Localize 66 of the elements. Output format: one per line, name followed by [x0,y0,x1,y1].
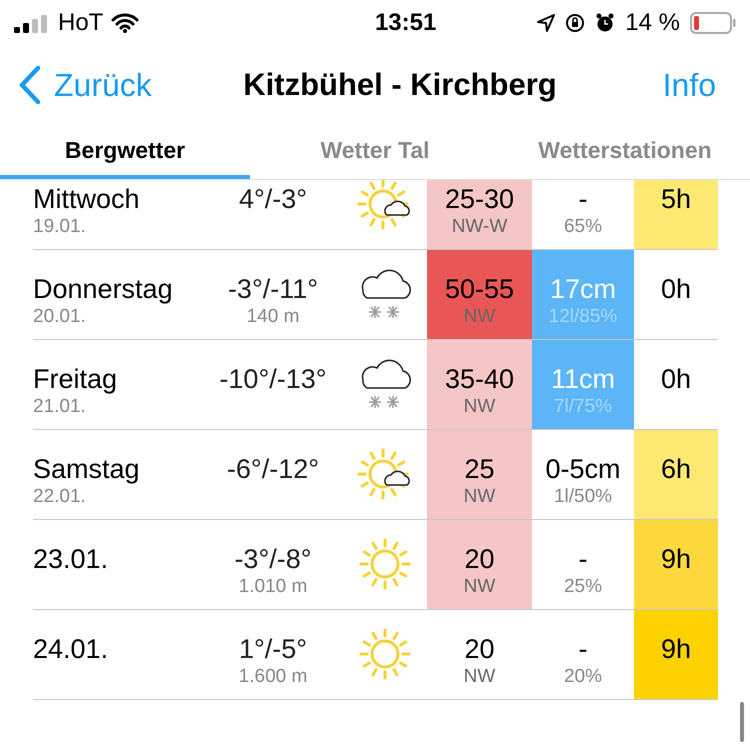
alarm-clock-icon [595,12,616,32]
day-label: Donnerstag [33,273,174,306]
carrier-label: HoT [58,8,104,38]
tab[interactable]: Wetter Tal [250,125,500,179]
day-label: Freitag [33,363,118,396]
date-label: 24.01. [33,633,110,666]
wind-direction: NW [464,576,496,598]
snowline-label: 1.010 m [238,576,308,598]
wind-direction: NW [464,396,496,418]
wind-speed: 25-30 [444,183,514,216]
battery-icon [690,12,736,34]
precipitation-amount: 11cm [550,363,616,396]
wind-speed: 50-55 [444,273,514,306]
precipitation-detail: 65% [564,216,602,238]
wind-direction: NW-W [452,216,508,238]
wind-speed: 20 [464,633,495,666]
date-label: 21.01. [33,396,87,418]
precipitation-amount: - [578,183,588,216]
signal-icon [14,12,50,32]
tab[interactable]: Wetterstationen [500,125,750,179]
rotation-lock-icon [565,12,586,32]
snowline-label: 140 m [246,306,300,328]
snowline-label: 1.600 m [238,666,308,688]
wind-direction: NW [464,486,496,508]
precipitation-detail: 25% [564,576,602,598]
wind-speed: 20 [464,543,495,576]
date-label: 20.01. [33,306,87,328]
scroll-indicator [740,702,744,742]
temperature-label: 1°/-5° [238,633,308,666]
date-label: 22.01. [33,486,87,508]
wind-speed: 35-40 [444,363,514,396]
back-button[interactable]: Zurück [18,61,198,109]
precipitation-detail: 20% [564,666,602,688]
location-arrow-icon [537,14,556,32]
temperature-label: 4°/-3° [238,183,308,216]
back-chevron-icon [18,65,42,105]
sunshine-hours: 0h [660,363,692,396]
precipitation-detail: 12l/85% [548,306,618,328]
page-title: Kitzbühel - Kirchberg [242,66,558,104]
sunshine-hours: 9h [660,633,692,666]
wind-direction: NW [464,666,496,688]
day-label: Samstag [33,453,141,486]
sunshine-hours: 9h [660,543,692,576]
temperature-label: -6°/-12° [226,453,320,486]
temperature-label: -10°/-13° [219,363,327,396]
tab[interactable]: Bergwetter [0,125,250,179]
wind-speed: 25 [464,453,495,486]
precipitation-amount: - [578,543,588,576]
date-label: 19.01. [33,216,87,238]
precipitation-detail: 7l/75% [554,396,612,418]
time-label: 13:51 [374,8,438,38]
battery-percentage: 14 % [625,8,680,38]
temperature-label: -3°/-11° [228,273,318,306]
info-button[interactable]: Info [602,61,732,109]
precipitation-detail: 1l/50% [554,486,612,508]
precipitation-amount: 0-5cm [545,453,620,486]
wifi-icon [111,12,140,32]
sunshine-hours: 5h [660,183,692,216]
precipitation-amount: - [578,633,588,666]
sunshine-hours: 6h [660,453,692,486]
sunshine-hours: 0h [660,273,692,306]
wind-direction: NW [464,306,496,328]
precipitation-amount: 17cm [550,273,616,306]
temperature-label: -3°/-8° [234,543,312,576]
date-label: 23.01. [33,543,110,576]
day-label: Mittwoch [33,183,141,216]
